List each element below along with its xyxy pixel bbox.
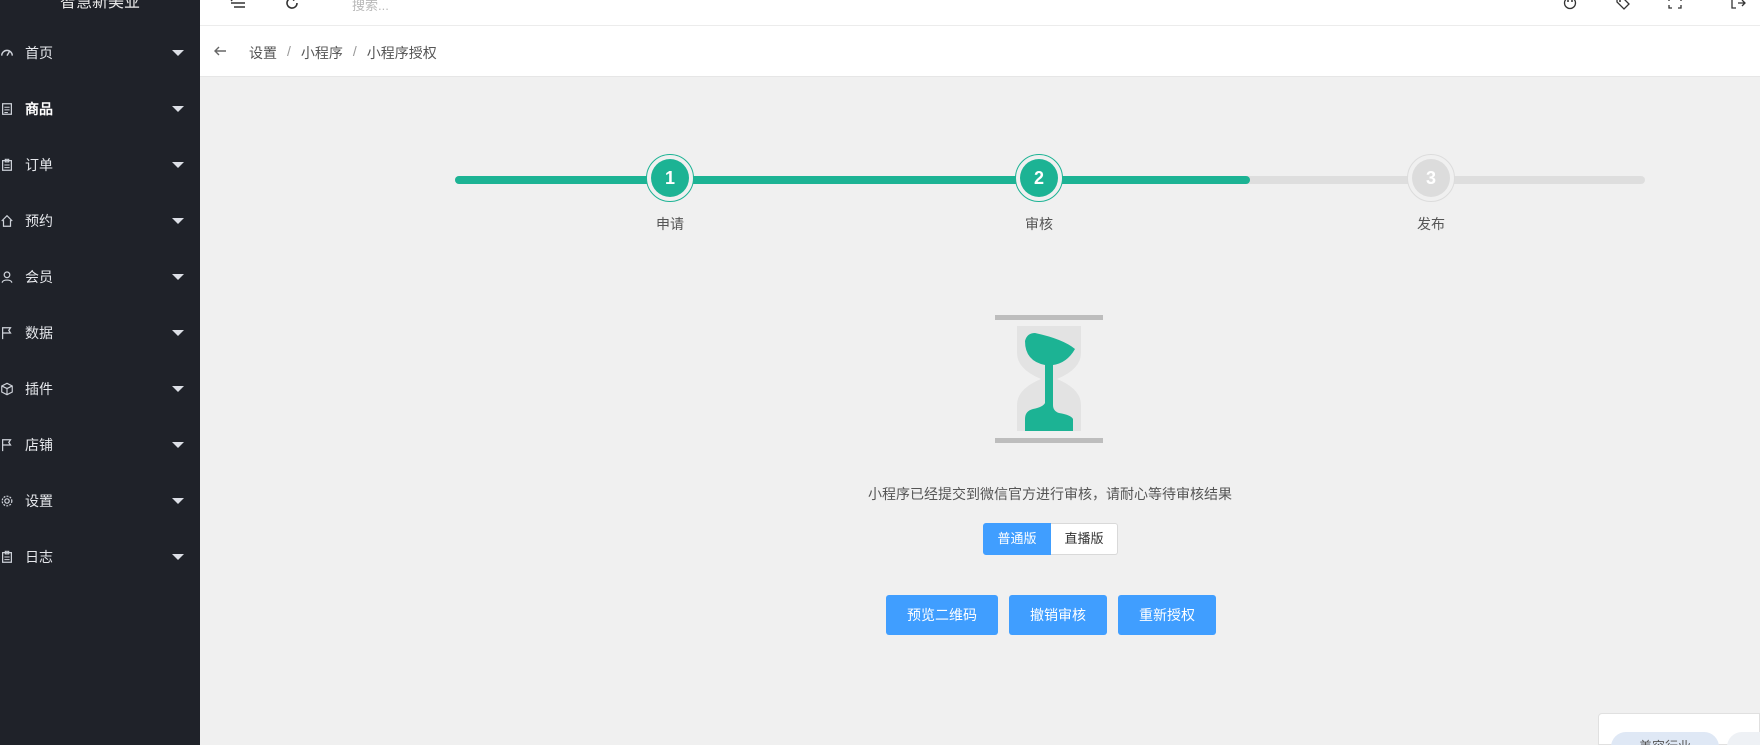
- step-review: 2 审核: [1012, 150, 1066, 240]
- palette-icon[interactable]: [1562, 0, 1578, 10]
- action-buttons: 预览二维码 撤销审核 重新授权: [886, 595, 1216, 635]
- menu-fold-icon[interactable]: [230, 0, 246, 10]
- progress-steps: 1 申请 2 审核 3 发布: [455, 150, 1645, 240]
- chevron-down-icon: [172, 162, 184, 168]
- document-icon: [2, 103, 12, 115]
- sidebar-item-label: 数据: [25, 325, 53, 341]
- version-toggle: 普通版 直播版: [983, 523, 1118, 555]
- chevron-down-icon: [172, 330, 184, 336]
- sidebar-item-logs[interactable]: 日志: [0, 529, 200, 585]
- sidebar-item-data[interactable]: 数据: [0, 305, 200, 361]
- sidebar-item-label: 商品: [25, 101, 53, 117]
- breadcrumb-separator: /: [287, 43, 291, 59]
- chevron-down-icon: [172, 218, 184, 224]
- tag-icon[interactable]: [1615, 0, 1631, 10]
- chevron-down-icon: [172, 442, 184, 448]
- home-icon: [1, 214, 13, 227]
- sidebar-item-home[interactable]: 首页: [0, 25, 200, 81]
- step-track-progress: [455, 176, 1250, 184]
- dashboard-icon: [1, 49, 13, 56]
- breadcrumb-bar: 设置 / 小程序 / 小程序授权: [200, 26, 1760, 77]
- breadcrumb-separator: /: [352, 43, 357, 59]
- industry-chip[interactable]: 美容行业: [1611, 732, 1719, 745]
- sidebar-item-store[interactable]: 店铺: [0, 417, 200, 473]
- step-label: 申请: [656, 216, 684, 232]
- chevron-down-icon: [172, 274, 184, 280]
- flag-icon: [2, 327, 12, 340]
- logout-icon[interactable]: [1730, 0, 1746, 10]
- clipboard-icon: [2, 550, 12, 563]
- search-input[interactable]: 搜索...: [352, 0, 389, 14]
- cube-icon: [1, 382, 13, 396]
- sidebar-item-label: 预约: [25, 213, 53, 229]
- sidebar-item-label: 订单: [25, 157, 53, 173]
- sidebar-item-products[interactable]: 商品: [0, 81, 200, 137]
- step-number: 2: [1020, 159, 1058, 197]
- breadcrumb-item-miniprogram[interactable]: 小程序: [301, 43, 343, 63]
- clipboard-icon: [2, 158, 12, 171]
- back-arrow-icon[interactable]: [212, 43, 228, 59]
- cancel-review-button[interactable]: 撤销审核: [1009, 595, 1107, 635]
- step-apply: 1 申请: [643, 150, 697, 240]
- breadcrumb-item-settings[interactable]: 设置: [249, 43, 277, 63]
- flag-icon: [2, 439, 12, 452]
- refresh-icon[interactable]: [284, 0, 300, 10]
- status-message: 小程序已经提交到微信官方进行审核，请耐心等待审核结果: [868, 486, 1232, 502]
- sidebar-item-label: 首页: [25, 45, 53, 61]
- chevron-down-icon: [172, 106, 184, 112]
- preview-qr-button[interactable]: 预览二维码: [886, 595, 998, 635]
- sidebar-item-label: 日志: [25, 549, 53, 565]
- version-option-standard[interactable]: 普通版: [983, 523, 1051, 555]
- sidebar: 智慧新美业 首页 商品 订单 预约 会员 数据 插件 店铺 设置 日志: [0, 0, 200, 745]
- sidebar-item-label: 插件: [25, 381, 53, 397]
- step-number: 3: [1412, 159, 1450, 197]
- user-icon: [1, 271, 13, 283]
- step-label: 发布: [1417, 216, 1445, 232]
- breadcrumb-item-current: 小程序授权: [366, 45, 437, 61]
- reauthorize-button[interactable]: 重新授权: [1118, 595, 1216, 635]
- version-option-live[interactable]: 直播版: [1051, 523, 1118, 555]
- breadcrumb: 设置 / 小程序 / 小程序授权: [249, 43, 437, 63]
- industry-panel: 美容行业: [1598, 713, 1760, 745]
- sidebar-item-booking[interactable]: 预约: [0, 193, 200, 249]
- sidebar-item-members[interactable]: 会员: [0, 249, 200, 305]
- chevron-down-icon: [172, 386, 184, 392]
- industry-chip-secondary[interactable]: [1727, 732, 1760, 745]
- sidebar-item-label: 会员: [25, 269, 53, 285]
- brand-title: 智慧新美业: [59, 0, 140, 11]
- fullscreen-icon[interactable]: [1667, 0, 1683, 10]
- top-header: 搜索...: [200, 0, 1760, 26]
- step-publish: 3 发布: [1404, 150, 1458, 240]
- chevron-down-icon: [172, 50, 184, 56]
- sidebar-item-label: 店铺: [25, 437, 53, 453]
- step-label: 审核: [1025, 216, 1053, 232]
- sidebar-item-plugins[interactable]: 插件: [0, 361, 200, 417]
- sidebar-item-orders[interactable]: 订单: [0, 137, 200, 193]
- step-number: 1: [651, 159, 689, 197]
- chevron-down-icon: [172, 554, 184, 560]
- hourglass-icon: [995, 315, 1103, 443]
